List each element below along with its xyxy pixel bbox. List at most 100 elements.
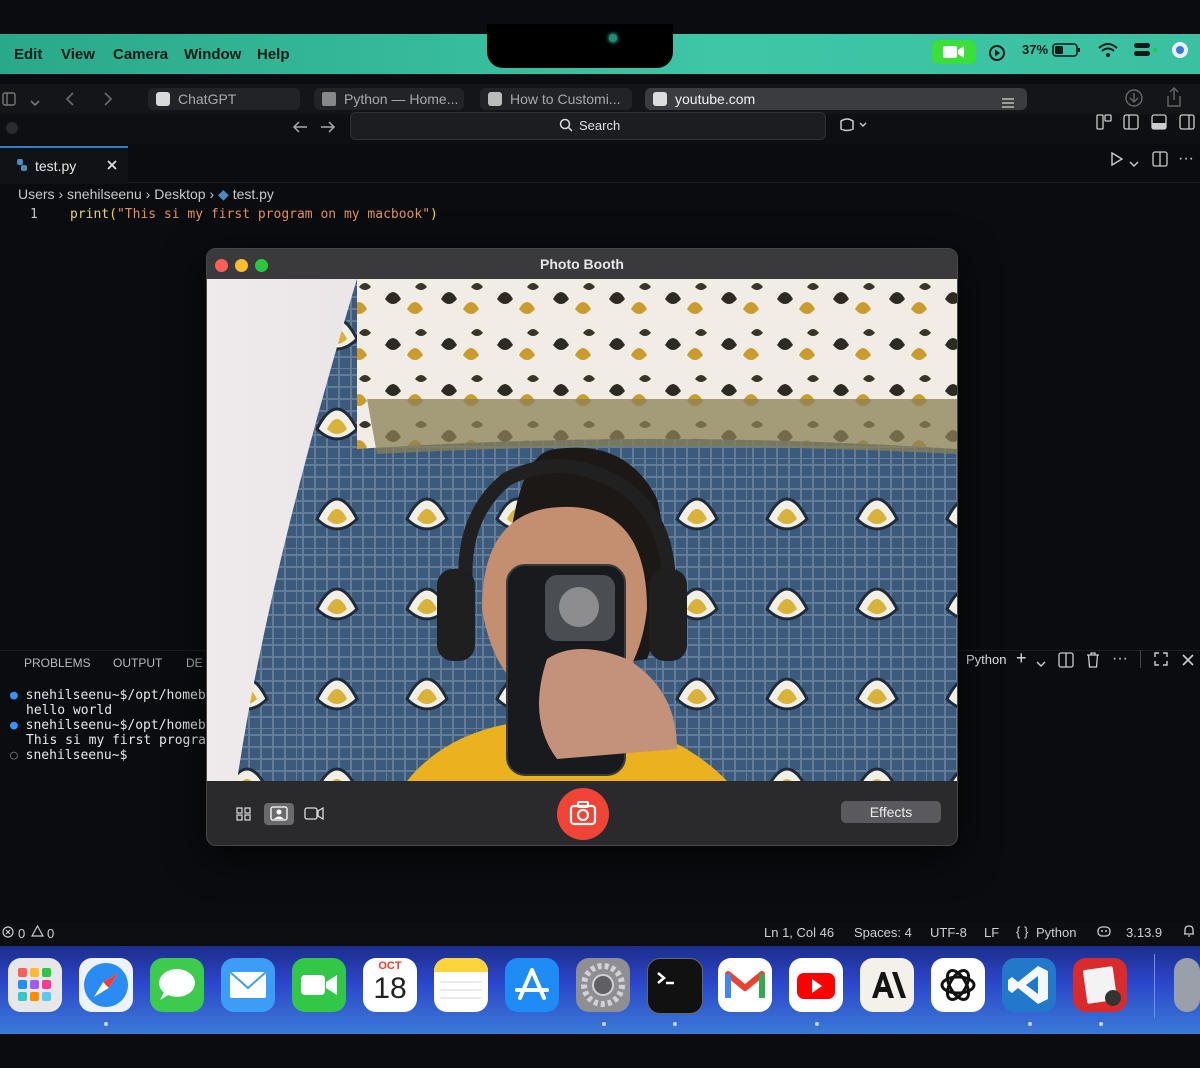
dock-notes-icon[interactable] bbox=[434, 958, 488, 1012]
close-tab-icon[interactable] bbox=[653, 92, 667, 106]
dock-safari-icon[interactable] bbox=[79, 958, 133, 1012]
bell-icon[interactable] bbox=[1182, 924, 1196, 941]
dock-anthropic-icon[interactable] bbox=[860, 958, 914, 1012]
dock-mail-icon[interactable] bbox=[221, 958, 275, 1012]
command-center-search[interactable]: Search bbox=[350, 112, 826, 140]
dock-app-store-icon[interactable] bbox=[505, 958, 559, 1012]
tab-python-home[interactable]: Python — Home... bbox=[314, 88, 464, 110]
breadcrumb-file[interactable]: test.py bbox=[233, 186, 274, 202]
tab-chatgpt[interactable]: ChatGPT bbox=[148, 88, 300, 110]
tab-test-py[interactable]: test.py bbox=[0, 146, 128, 184]
chevron-down-icon[interactable] bbox=[30, 94, 40, 112]
reader-icon[interactable] bbox=[1001, 93, 1015, 115]
python-version[interactable]: 3.13.9 bbox=[1126, 925, 1162, 940]
language-mode[interactable]: Python bbox=[1036, 925, 1076, 940]
chevron-down-icon[interactable] bbox=[1036, 655, 1046, 673]
copilot-status-icon[interactable] bbox=[1096, 924, 1112, 941]
play-circle-icon[interactable] bbox=[988, 44, 1006, 65]
more-icon[interactable]: ··· bbox=[1178, 150, 1194, 168]
forward-icon[interactable] bbox=[102, 91, 114, 112]
wifi-icon[interactable] bbox=[1097, 41, 1119, 62]
toggle-secondary-sidebar-icon[interactable] bbox=[1179, 114, 1195, 135]
effects-button[interactable]: Effects bbox=[841, 801, 941, 823]
search-icon bbox=[559, 118, 573, 137]
layout-customize-icon[interactable] bbox=[1096, 114, 1112, 135]
copilot-icon[interactable] bbox=[838, 116, 868, 139]
camera-notch bbox=[487, 24, 673, 68]
dock-photo-booth-icon[interactable] bbox=[1073, 958, 1127, 1012]
nav-forward-icon[interactable] bbox=[320, 120, 336, 139]
single-photo-button[interactable] bbox=[264, 803, 294, 825]
menu-view[interactable]: View bbox=[61, 46, 95, 63]
calendar-day: 18 bbox=[373, 972, 407, 1005]
dock-calendar-icon[interactable]: OCT 18 bbox=[363, 958, 417, 1012]
tab-output[interactable]: OUTPUT bbox=[113, 656, 162, 670]
browser-tab-bar: ChatGPT Python — Home... How to Customi.… bbox=[0, 84, 1200, 114]
menu-camera[interactable]: Camera bbox=[113, 46, 168, 63]
menu-help[interactable]: Help bbox=[257, 46, 290, 63]
split-terminal-icon[interactable] bbox=[1058, 652, 1074, 673]
dock-launchpad-icon[interactable] bbox=[8, 958, 62, 1012]
cursor-position[interactable]: Ln 1, Col 46 bbox=[764, 925, 834, 940]
chevron-down-icon[interactable] bbox=[1129, 155, 1139, 173]
search-label: Search bbox=[579, 118, 621, 133]
indentation[interactable]: Spaces: 4 bbox=[854, 925, 912, 940]
sidebar-toggle-icon[interactable] bbox=[2, 92, 16, 111]
photo-booth-titlebar[interactable]: Photo Booth bbox=[207, 249, 957, 279]
run-icon[interactable] bbox=[1110, 151, 1124, 171]
maximize-panel-icon[interactable] bbox=[1154, 652, 1168, 671]
error-icon[interactable] bbox=[2, 926, 14, 941]
code-line-1[interactable]: 1 print("This si my first program on my m… bbox=[30, 207, 438, 222]
dock-facetime-icon[interactable] bbox=[292, 958, 346, 1012]
user-icon[interactable] bbox=[1170, 40, 1190, 63]
nav-back-icon[interactable] bbox=[292, 120, 308, 139]
trash-icon[interactable] bbox=[1086, 652, 1100, 673]
dock-system-settings-icon[interactable] bbox=[576, 958, 630, 1012]
terminal-output[interactable]: ● snehilseenu~$/opt/homebre hello world … bbox=[10, 688, 206, 763]
line-number: 1 bbox=[30, 207, 38, 222]
python-file-icon: ◆ bbox=[218, 186, 229, 202]
terminal-line: ● snehilseenu~$/opt/homebre bbox=[10, 718, 206, 733]
tab-debug[interactable]: DE bbox=[186, 656, 203, 670]
add-terminal-icon[interactable]: + bbox=[1016, 648, 1027, 669]
video-mode-button[interactable] bbox=[299, 803, 329, 825]
menu-window[interactable]: Window bbox=[184, 46, 241, 63]
close-icon[interactable] bbox=[106, 158, 118, 176]
dock-vscode-icon[interactable] bbox=[1002, 958, 1056, 1012]
back-icon[interactable] bbox=[64, 91, 76, 112]
toggle-sidebar-icon[interactable] bbox=[1123, 114, 1139, 135]
dock-terminal-icon[interactable] bbox=[647, 958, 703, 1014]
toggle-panel-icon[interactable] bbox=[1151, 114, 1167, 135]
warning-count[interactable]: 0 bbox=[47, 926, 54, 941]
download-icon[interactable] bbox=[1124, 88, 1144, 113]
tab-problems[interactable]: PROBLEMS bbox=[24, 656, 91, 670]
split-editor-icon[interactable] bbox=[1152, 151, 1168, 172]
tab-how-to-customize[interactable]: How to Customi... bbox=[480, 88, 632, 110]
warning-icon[interactable] bbox=[30, 924, 45, 940]
battery-icon[interactable] bbox=[1052, 42, 1082, 61]
dock-youtube-icon[interactable] bbox=[789, 958, 843, 1012]
terminal-profile[interactable]: Python bbox=[966, 652, 1006, 667]
more-icon[interactable]: ··· bbox=[1112, 650, 1128, 668]
camera-in-use-icon[interactable] bbox=[932, 40, 976, 64]
error-count[interactable]: 0 bbox=[18, 926, 25, 941]
share-icon[interactable] bbox=[1164, 86, 1184, 113]
line-ending[interactable]: LF bbox=[984, 925, 999, 940]
close-panel-icon[interactable] bbox=[1182, 653, 1194, 671]
control-center-icon[interactable] bbox=[1133, 41, 1159, 62]
breadcrumb-user[interactable]: snehilseenu bbox=[67, 186, 142, 202]
tab-youtube[interactable]: youtube.com bbox=[645, 88, 1027, 110]
tab-label: Python — Home... bbox=[344, 91, 459, 107]
dock-chatgpt-icon[interactable] bbox=[931, 958, 985, 1012]
dock-trash-icon[interactable] bbox=[1174, 958, 1200, 1012]
menu-edit[interactable]: Edit bbox=[14, 46, 42, 63]
breadcrumb-users[interactable]: Users bbox=[18, 186, 55, 202]
breadcrumb-desktop[interactable]: Desktop bbox=[154, 186, 205, 202]
python-icon bbox=[322, 92, 336, 106]
dock-messages-icon[interactable] bbox=[150, 958, 204, 1012]
encoding[interactable]: UTF-8 bbox=[930, 925, 967, 940]
take-photo-button[interactable] bbox=[557, 788, 609, 840]
dock-gmail-icon[interactable] bbox=[718, 958, 772, 1012]
photo-booth-window[interactable]: Photo Booth Effects bbox=[206, 248, 958, 846]
grid-view-button[interactable] bbox=[229, 803, 259, 825]
